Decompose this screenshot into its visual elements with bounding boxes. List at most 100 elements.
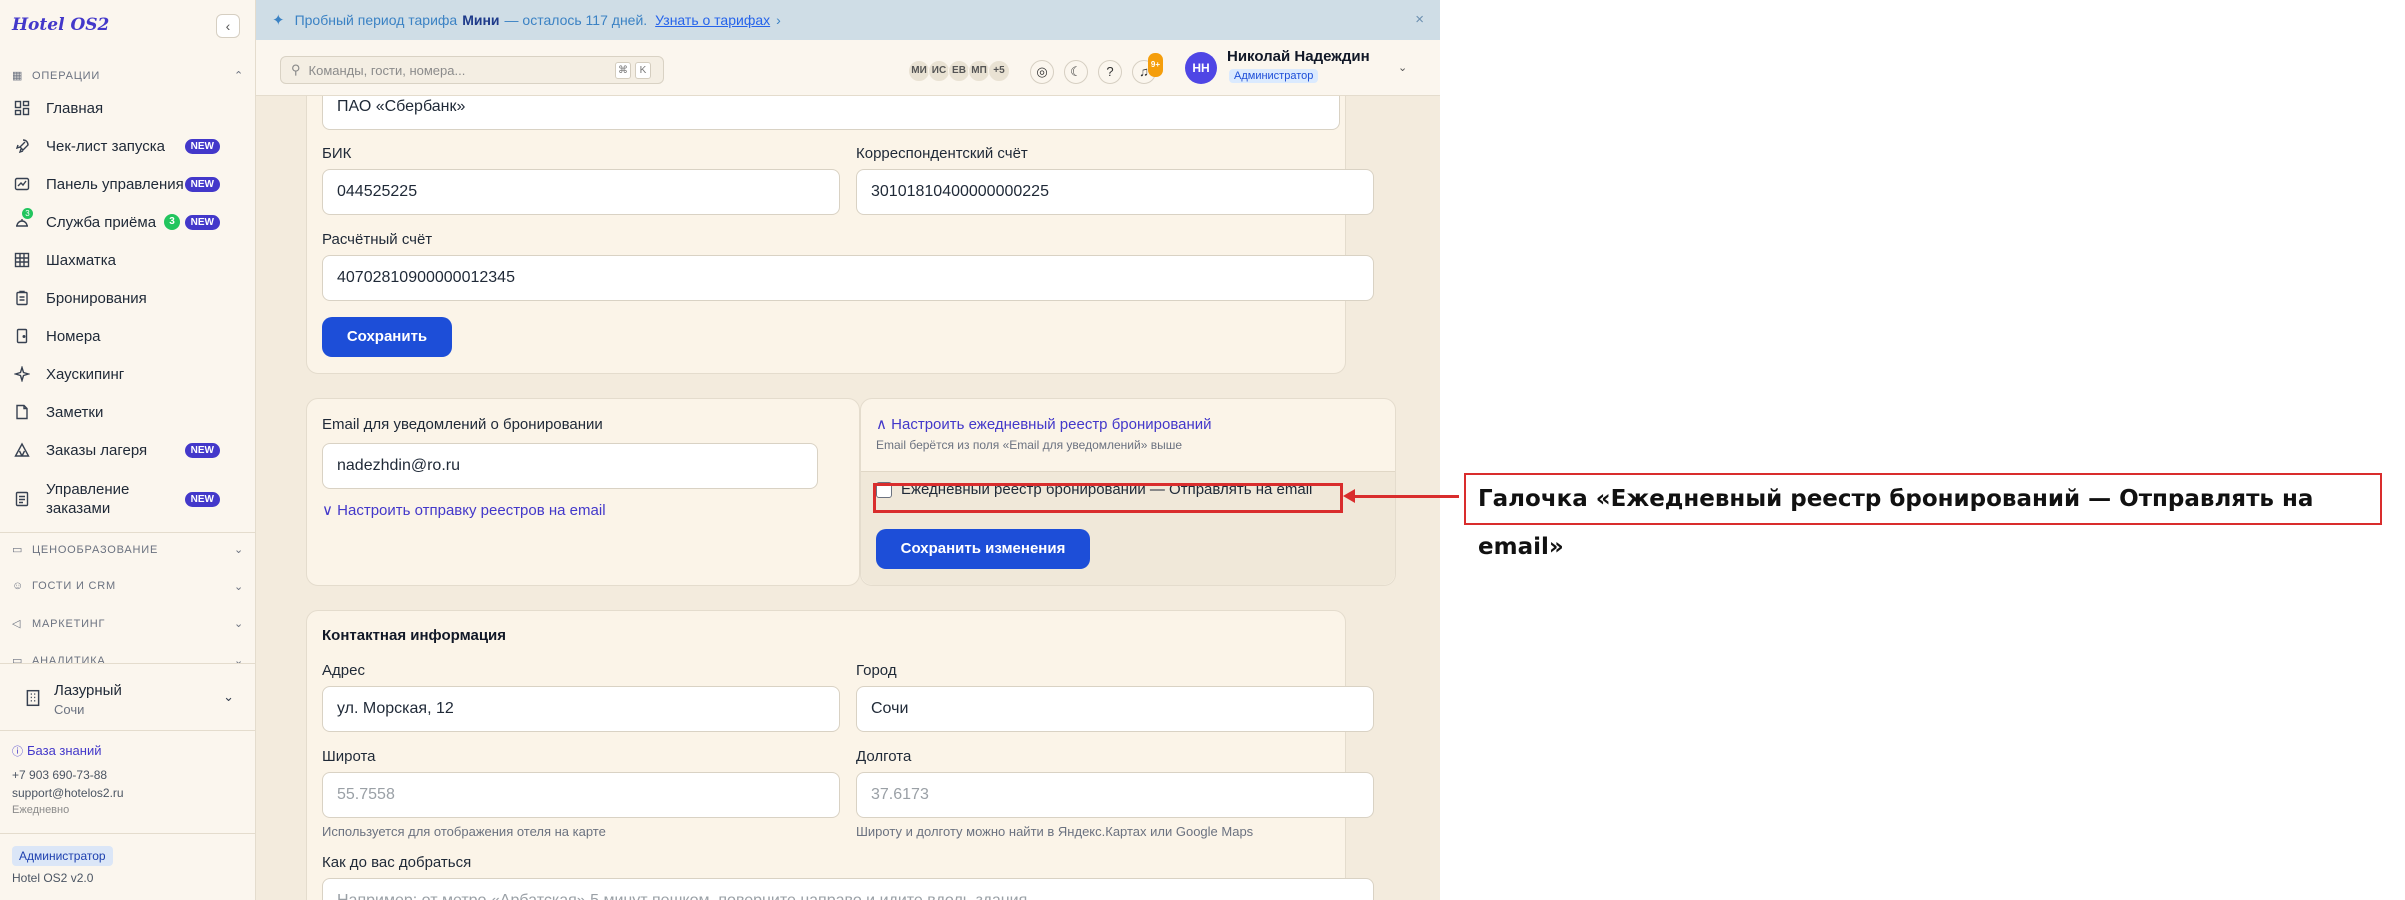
- sidebar-collapse-button[interactable]: ‹: [216, 14, 240, 38]
- sidebar: Hotel OS2 ‹ ▦ ОПЕРАЦИИ ⌃ Главная Чек-лист…: [0, 0, 256, 900]
- knowledge-base-link[interactable]: ⓘ База знаний: [12, 743, 102, 759]
- settlement-account-label: Расчётный счёт: [322, 231, 433, 248]
- daily-registry-hint: Email берётся из поля «Email для уведомл…: [876, 438, 1183, 452]
- close-icon[interactable]: ×: [1415, 11, 1424, 28]
- user-role-badge: Администратор: [1229, 69, 1319, 83]
- palette-button[interactable]: ◎: [1030, 60, 1054, 84]
- chevron-up-icon: ⌃: [233, 70, 244, 82]
- sidebar-item-home[interactable]: Главная: [14, 92, 240, 124]
- question-icon: ?: [1106, 64, 1114, 79]
- theme-toggle-button[interactable]: ☾: [1064, 60, 1088, 84]
- nav-section-label: МАРКЕТИНГ: [32, 618, 106, 630]
- main-content: ПАО «Сбербанк» БИК 044525225 Корреспонде…: [256, 96, 1440, 900]
- app-logo[interactable]: Hotel OS2: [12, 15, 109, 35]
- users-icon: ☺: [12, 580, 25, 592]
- callout-label: Галочка «Ежедневный реестр бронирований …: [1464, 473, 2382, 560]
- support-phone[interactable]: +7 903 690-73-88: [12, 768, 107, 782]
- tag-icon: ▭: [12, 544, 24, 556]
- bank-name-field[interactable]: ПАО «Сбербанк»: [322, 96, 1340, 130]
- nav-section-pricing[interactable]: ▭ ЦЕНООБРАЗОВАНИЕ ⌄: [12, 543, 244, 557]
- nav-section-label: АНАЛИТИКА: [32, 655, 106, 663]
- daily-registry-toggle[interactable]: ∧ Настроить ежедневный реестр бронирован…: [876, 415, 1212, 433]
- sidebar-item-label: Чек-лист запуска: [46, 137, 165, 155]
- nav-section-marketing[interactable]: ◁ МАРКЕТИНГ ⌄: [12, 617, 244, 631]
- chevron-right-icon: ›: [776, 12, 781, 28]
- gauge-icon: [14, 176, 30, 192]
- sidebar-item-camp-orders[interactable]: Заказы лагеря NEW: [14, 434, 240, 466]
- city-label: Город: [856, 662, 897, 679]
- sidebar-item-control-panel[interactable]: Панель управления NEW: [14, 168, 240, 200]
- city-field[interactable]: Сочи: [856, 686, 1374, 732]
- operations-icon: ▦: [12, 70, 24, 82]
- help-circle-icon: ⓘ: [12, 746, 23, 758]
- sidebar-item-label: Панель управления: [46, 175, 184, 193]
- user-avatar[interactable]: НН: [1185, 52, 1217, 84]
- support-schedule: Ежедневно: [12, 804, 70, 816]
- nav-section-label: ГОСТИ И CRM: [32, 580, 116, 592]
- dashboard-icon: [14, 100, 30, 116]
- sidebar-item-order-management[interactable]: Управление заказами NEW: [14, 477, 240, 521]
- new-badge: NEW: [184, 214, 220, 230]
- grid-icon: [14, 252, 30, 268]
- building-icon: [24, 689, 42, 712]
- user-name[interactable]: Николай Надеждин: [1227, 48, 1370, 65]
- moon-icon: ☾: [1070, 64, 1082, 79]
- sidebar-item-housekeeping[interactable]: Хаускипинг: [14, 358, 240, 390]
- save-bank-button[interactable]: Сохранить: [322, 317, 452, 357]
- online-users[interactable]: МИ ИС ЕВ МП +5: [908, 60, 1010, 82]
- sidebar-item-label: Номера: [46, 327, 101, 345]
- nav-section-guests[interactable]: ☺ ГОСТИ И CRM ⌄: [12, 580, 244, 594]
- knowledge-base-label: База знаний: [27, 743, 102, 758]
- sidebar-item-chessboard[interactable]: Шахматка: [14, 244, 240, 276]
- chevron-down-icon: ⌄: [233, 544, 244, 556]
- hotel-name: Лазурный: [54, 682, 122, 699]
- sidebar-item-launch-checklist[interactable]: Чек-лист запуска NEW: [14, 130, 240, 162]
- nav-section-label: ОПЕРАЦИИ: [32, 70, 101, 82]
- hotel-switcher[interactable]: Лазурный Сочи ⌄: [0, 663, 256, 731]
- command-search-input[interactable]: ⚲ Команды, гости, номера... ⌘ K: [280, 56, 664, 84]
- bell-desk-icon: 3: [14, 208, 33, 230]
- sidebar-item-notes[interactable]: Заметки: [14, 396, 240, 428]
- rocket-icon: [14, 138, 30, 154]
- latitude-field[interactable]: 55.7558: [322, 772, 840, 818]
- kbd-k: K: [635, 62, 651, 79]
- notifications-button[interactable]: ♫ 9+: [1132, 53, 1163, 84]
- avatar-more: +5: [988, 60, 1010, 82]
- directions-label: Как до вас добраться: [322, 854, 472, 871]
- sidebar-item-label: Служба приёма: [46, 213, 157, 231]
- sidebar-divider: [0, 532, 256, 533]
- notification-email-field[interactable]: nadezhdin@ro.ru: [322, 443, 818, 489]
- bik-field[interactable]: 044525225: [322, 169, 840, 215]
- nav-section-operations[interactable]: ▦ ОПЕРАЦИИ ⌃: [12, 69, 244, 83]
- support-email[interactable]: support@hotelos2.ru: [12, 786, 124, 800]
- clipboard-icon: [14, 290, 30, 306]
- chevron-down-icon[interactable]: ⌄: [1398, 61, 1407, 74]
- notifications-badge: 9+: [1147, 53, 1163, 77]
- longitude-hint: Широту и долготу можно найти в Яндекс.Ка…: [856, 824, 1254, 839]
- new-badge: NEW: [184, 491, 220, 507]
- settlement-account-field[interactable]: 40702810900000012345: [322, 255, 1374, 301]
- help-button[interactable]: ?: [1098, 60, 1122, 84]
- sidebar-item-label: Шахматка: [46, 251, 117, 269]
- sidebar-item-label: Бронирования: [46, 289, 147, 307]
- callout-line: [1347, 495, 1459, 498]
- directions-field[interactable]: Например: от метро «Арбатская» 5 минут п…: [322, 878, 1374, 900]
- address-field[interactable]: ул. Морская, 12: [322, 686, 840, 732]
- sidebar-item-front-desk[interactable]: 3 Служба приёма 3 NEW: [14, 206, 240, 238]
- contact-info-title: Контактная информация: [322, 627, 507, 644]
- save-changes-button[interactable]: Сохранить изменения: [876, 529, 1090, 569]
- nav-section-label: ЦЕНООБРАЗОВАНИЕ: [32, 544, 159, 556]
- pricing-link[interactable]: Узнать о тарифах: [655, 12, 770, 28]
- corr-account-field[interactable]: 30101810400000000225: [856, 169, 1374, 215]
- nav-section-analytics[interactable]: ▭ АНАЛИТИКА ⌄: [12, 654, 244, 663]
- new-badge: NEW: [184, 138, 220, 154]
- latitude-hint: Используется для отображения отеля на ка…: [322, 824, 606, 839]
- sidebar-item-rooms[interactable]: Номера: [14, 320, 240, 352]
- trial-plan: Мини: [462, 12, 500, 28]
- palette-icon: ◎: [1036, 64, 1048, 79]
- longitude-field[interactable]: 37.6173: [856, 772, 1374, 818]
- new-badge: NEW: [184, 176, 220, 192]
- megaphone-icon: ◁: [12, 618, 22, 630]
- sidebar-item-bookings[interactable]: Бронирования: [14, 282, 240, 314]
- configure-registry-link[interactable]: ∨ Настроить отправку реестров на email: [322, 501, 606, 519]
